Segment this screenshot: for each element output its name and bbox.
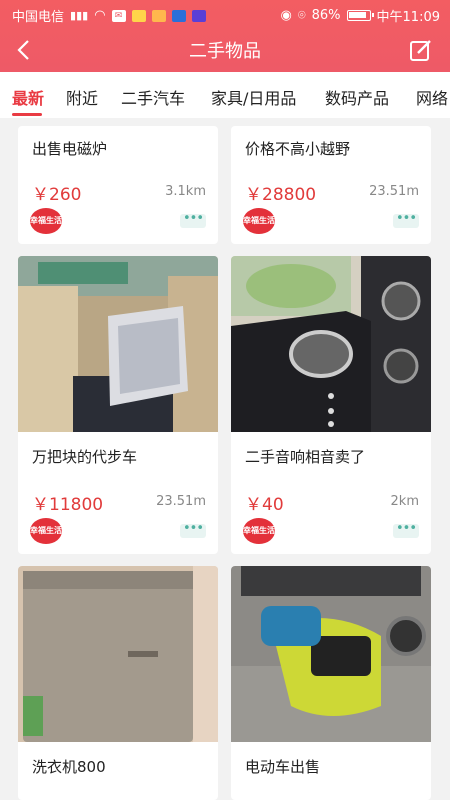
wifi-icon: ◠ bbox=[94, 8, 106, 23]
listing-title: 电动车出售 bbox=[245, 758, 321, 776]
electric-scooter-photo bbox=[231, 566, 431, 742]
blue-app-icon bbox=[171, 9, 186, 22]
listing-price: ￥40 bbox=[245, 495, 284, 515]
listing-title: 万把块的代步车 bbox=[32, 448, 138, 466]
tab-nearby[interactable]: 附近 bbox=[66, 85, 98, 109]
tab-digital[interactable]: 数码产品 bbox=[325, 85, 389, 109]
more-options-button[interactable]: ••• bbox=[180, 212, 206, 228]
battery-icon bbox=[346, 10, 374, 21]
seller-badge: 幸福生活 bbox=[30, 208, 62, 234]
battery-percent: 86% bbox=[311, 8, 341, 23]
washing-machine-photo bbox=[18, 566, 218, 742]
speaker-photo bbox=[231, 256, 431, 432]
navigation-bar: 二手物品 bbox=[0, 28, 450, 72]
tab-furniture[interactable]: 家具/日用品 bbox=[211, 85, 296, 109]
purple-app-icon bbox=[191, 9, 206, 22]
listing-title: 二手音响相音卖了 bbox=[245, 448, 366, 466]
listing-card[interactable]: 万把块的代步车 ￥11800 23.51m 幸福生活 ••• bbox=[18, 256, 218, 554]
listing-distance: 2km bbox=[390, 494, 419, 509]
more-options-button[interactable]: ••• bbox=[180, 522, 206, 538]
tab-latest[interactable]: 最新 bbox=[12, 85, 44, 109]
shop-app-icon bbox=[131, 9, 146, 22]
header-bar: 中国电信 ▮▮▮ ◠ ✉ ◉ ⌾ 86% 中午11:09 二手物品 bbox=[0, 0, 450, 72]
listing-distance: 23.51m bbox=[369, 184, 419, 199]
more-options-button[interactable]: ••• bbox=[393, 522, 419, 538]
seller-badge: 幸福生活 bbox=[243, 208, 275, 234]
car-interior-photo bbox=[18, 256, 218, 432]
category-tabs: 最新 附近 二手汽车 家具/日用品 数码产品 网络 bbox=[0, 72, 450, 118]
signal-icon: ▮▮▮ bbox=[70, 9, 89, 22]
edit-icon bbox=[410, 40, 431, 61]
listing-card[interactable]: 电动车出售 bbox=[231, 566, 431, 800]
seller-badge: 幸福生活 bbox=[30, 518, 62, 544]
listing-price: ￥28800 bbox=[245, 185, 317, 205]
listing-price: ￥11800 bbox=[32, 495, 104, 515]
listing-card[interactable]: 洗衣机800 bbox=[18, 566, 218, 800]
post-button[interactable] bbox=[408, 37, 434, 63]
listing-price: ￥260 bbox=[32, 185, 82, 205]
listing-distance: 3.1km bbox=[165, 184, 206, 199]
page-title: 二手物品 bbox=[189, 41, 261, 62]
seller-badge: 幸福生活 bbox=[243, 518, 275, 544]
home-app-icon bbox=[151, 9, 166, 22]
listing-distance: 23.51m bbox=[156, 494, 206, 509]
status-bar: 中国电信 ▮▮▮ ◠ ✉ ◉ ⌾ 86% 中午11:09 bbox=[0, 0, 450, 28]
clock: 中午11:09 bbox=[376, 10, 440, 25]
location-icon: ⌾ bbox=[297, 8, 306, 23]
listing-title: 洗衣机800 bbox=[32, 758, 106, 776]
carrier-label: 中国电信 bbox=[12, 10, 65, 25]
chat-app-icon: ✉ bbox=[111, 9, 126, 22]
listing-card[interactable]: 出售电磁炉 ￥260 3.1km 幸福生活 ••• bbox=[18, 126, 218, 244]
listing-title: 出售电磁炉 bbox=[32, 140, 108, 158]
more-options-button[interactable]: ••• bbox=[393, 212, 419, 228]
listing-card[interactable]: 价格不高小越野 ￥28800 23.51m 幸福生活 ••• bbox=[231, 126, 431, 244]
eye-icon: ◉ bbox=[280, 8, 292, 23]
active-tab-indicator bbox=[12, 113, 42, 116]
listing-card[interactable]: 二手音响相音卖了 ￥40 2km 幸福生活 ••• bbox=[231, 256, 431, 554]
tab-network[interactable]: 网络 bbox=[416, 85, 448, 109]
tab-used-cars[interactable]: 二手汽车 bbox=[121, 85, 185, 109]
listing-title: 价格不高小越野 bbox=[245, 140, 351, 158]
